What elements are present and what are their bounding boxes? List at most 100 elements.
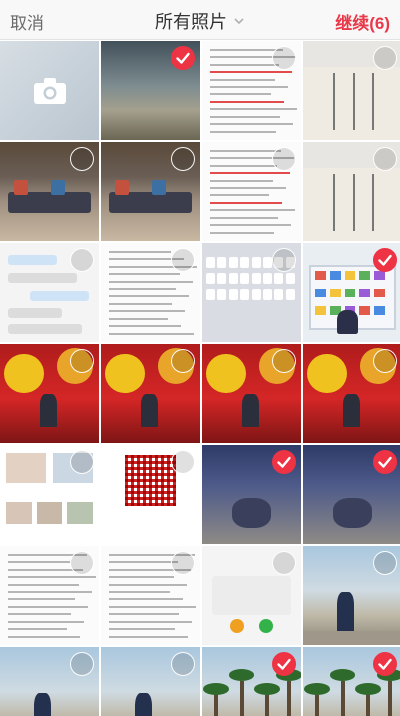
select-circle-icon[interactable]	[272, 349, 296, 373]
thumbnail-detail	[13, 179, 28, 196]
photo-thumbnail[interactable]	[0, 445, 99, 544]
select-circle-icon[interactable]	[70, 248, 94, 272]
photo-thumbnail[interactable]	[101, 41, 200, 140]
thumbnail-detail	[265, 694, 270, 716]
select-circle-icon[interactable]	[272, 46, 296, 70]
thumbnail-detail	[5, 452, 46, 483]
photo-thumbnail[interactable]	[202, 546, 301, 645]
photo-thumbnail[interactable]	[0, 546, 99, 645]
thumbnail-detail	[7, 576, 97, 579]
photo-thumbnail[interactable]	[101, 243, 200, 342]
photo-thumbnail[interactable]	[303, 142, 400, 241]
thumbnail-detail	[33, 692, 52, 716]
photo-thumbnail[interactable]	[202, 445, 301, 544]
thumbnail-detail	[332, 72, 335, 131]
thumbnail-detail	[262, 256, 272, 268]
thumbnail-detail	[7, 254, 58, 265]
select-circle-icon[interactable]	[171, 652, 195, 676]
photo-thumbnail[interactable]	[303, 546, 400, 645]
photo-thumbnail[interactable]	[0, 344, 99, 443]
photo-thumbnail[interactable]	[303, 344, 400, 443]
photo-thumbnail[interactable]	[202, 243, 301, 342]
thumbnail-detail	[372, 173, 375, 232]
thumbnail-detail	[108, 288, 177, 291]
photo-thumbnail[interactable]	[101, 647, 200, 716]
thumbnail-detail	[209, 93, 272, 96]
thumbnail-detail	[5, 502, 32, 525]
thumbnail-detail	[7, 272, 78, 283]
photo-thumbnail[interactable]	[202, 344, 301, 443]
thumbnail-detail	[211, 575, 292, 616]
thumbnail-detail	[152, 179, 167, 196]
thumbnail-detail	[108, 628, 176, 631]
select-circle-icon[interactable]	[70, 349, 94, 373]
select-circle-icon[interactable]	[373, 349, 397, 373]
thumbnail-detail	[209, 224, 292, 227]
photo-thumbnail[interactable]	[101, 445, 200, 544]
photo-thumbnail[interactable]	[303, 445, 400, 544]
cancel-button[interactable]: 取消	[10, 9, 44, 34]
thumbnail-detail	[205, 288, 215, 300]
checkmark-icon[interactable]	[171, 46, 195, 70]
thumbnail-detail	[332, 173, 335, 232]
thumbnail-detail	[108, 325, 182, 328]
photo-thumbnail[interactable]	[0, 142, 99, 241]
top-bar: 取消 所有照片 继续(6)	[0, 0, 400, 40]
photo-thumbnail[interactable]	[101, 142, 200, 241]
photo-thumbnail[interactable]	[101, 546, 200, 645]
thumbnail-detail	[7, 308, 63, 319]
thumbnail-detail	[108, 598, 184, 601]
album-selector[interactable]: 所有照片	[155, 8, 245, 34]
thumbnail-detail	[209, 172, 291, 175]
thumbnail-detail	[229, 619, 244, 634]
thumbnail-detail	[228, 256, 238, 268]
thumbnail-detail	[254, 682, 281, 695]
checkmark-icon[interactable]	[373, 652, 397, 676]
select-circle-icon[interactable]	[171, 349, 195, 373]
thumbnail-detail	[342, 393, 361, 428]
select-circle-icon[interactable]	[171, 248, 195, 272]
camera-capture-tile[interactable]	[0, 41, 99, 140]
checkmark-icon[interactable]	[373, 450, 397, 474]
select-circle-icon[interactable]	[70, 450, 94, 474]
thumbnail-detail	[209, 108, 298, 111]
checkmark-icon[interactable]	[272, 450, 296, 474]
select-circle-icon[interactable]	[272, 551, 296, 575]
thumbnail-detail	[240, 272, 250, 284]
photo-thumbnail[interactable]	[303, 243, 400, 342]
thumbnail-detail	[217, 288, 227, 300]
thumbnail-detail	[332, 498, 373, 529]
thumbnail-detail	[355, 682, 382, 695]
photo-thumbnail[interactable]	[202, 142, 301, 241]
select-circle-icon[interactable]	[373, 551, 397, 575]
photo-thumbnail[interactable]	[303, 647, 400, 716]
select-circle-icon[interactable]	[373, 147, 397, 171]
checkmark-icon[interactable]	[272, 652, 296, 676]
thumbnail-detail	[240, 256, 250, 268]
continue-button[interactable]: 继续(6)	[335, 9, 390, 34]
checkmark-icon[interactable]	[373, 248, 397, 272]
thumbnail-detail	[329, 668, 356, 681]
photo-thumbnail[interactable]	[101, 344, 200, 443]
thumbnail-detail	[7, 635, 81, 638]
photo-thumbnail[interactable]	[303, 41, 400, 140]
select-circle-icon[interactable]	[272, 147, 296, 171]
thumbnail-detail	[329, 288, 341, 298]
select-circle-icon[interactable]	[70, 652, 94, 676]
photo-thumbnail[interactable]	[202, 647, 301, 716]
thumbnail-detail	[344, 288, 356, 298]
select-circle-icon[interactable]	[171, 147, 195, 171]
thumbnail-detail	[39, 393, 58, 428]
select-circle-icon[interactable]	[171, 450, 195, 474]
select-circle-icon[interactable]	[70, 551, 94, 575]
photo-thumbnail[interactable]	[0, 243, 99, 342]
thumbnail-detail	[262, 272, 272, 284]
select-circle-icon[interactable]	[171, 551, 195, 575]
select-circle-icon[interactable]	[373, 46, 397, 70]
photo-thumbnail[interactable]	[202, 41, 301, 140]
thumbnail-detail	[108, 583, 188, 586]
photo-thumbnail[interactable]	[0, 647, 99, 716]
select-circle-icon[interactable]	[70, 147, 94, 171]
thumbnail-detail	[7, 583, 80, 586]
select-circle-icon[interactable]	[272, 248, 296, 272]
